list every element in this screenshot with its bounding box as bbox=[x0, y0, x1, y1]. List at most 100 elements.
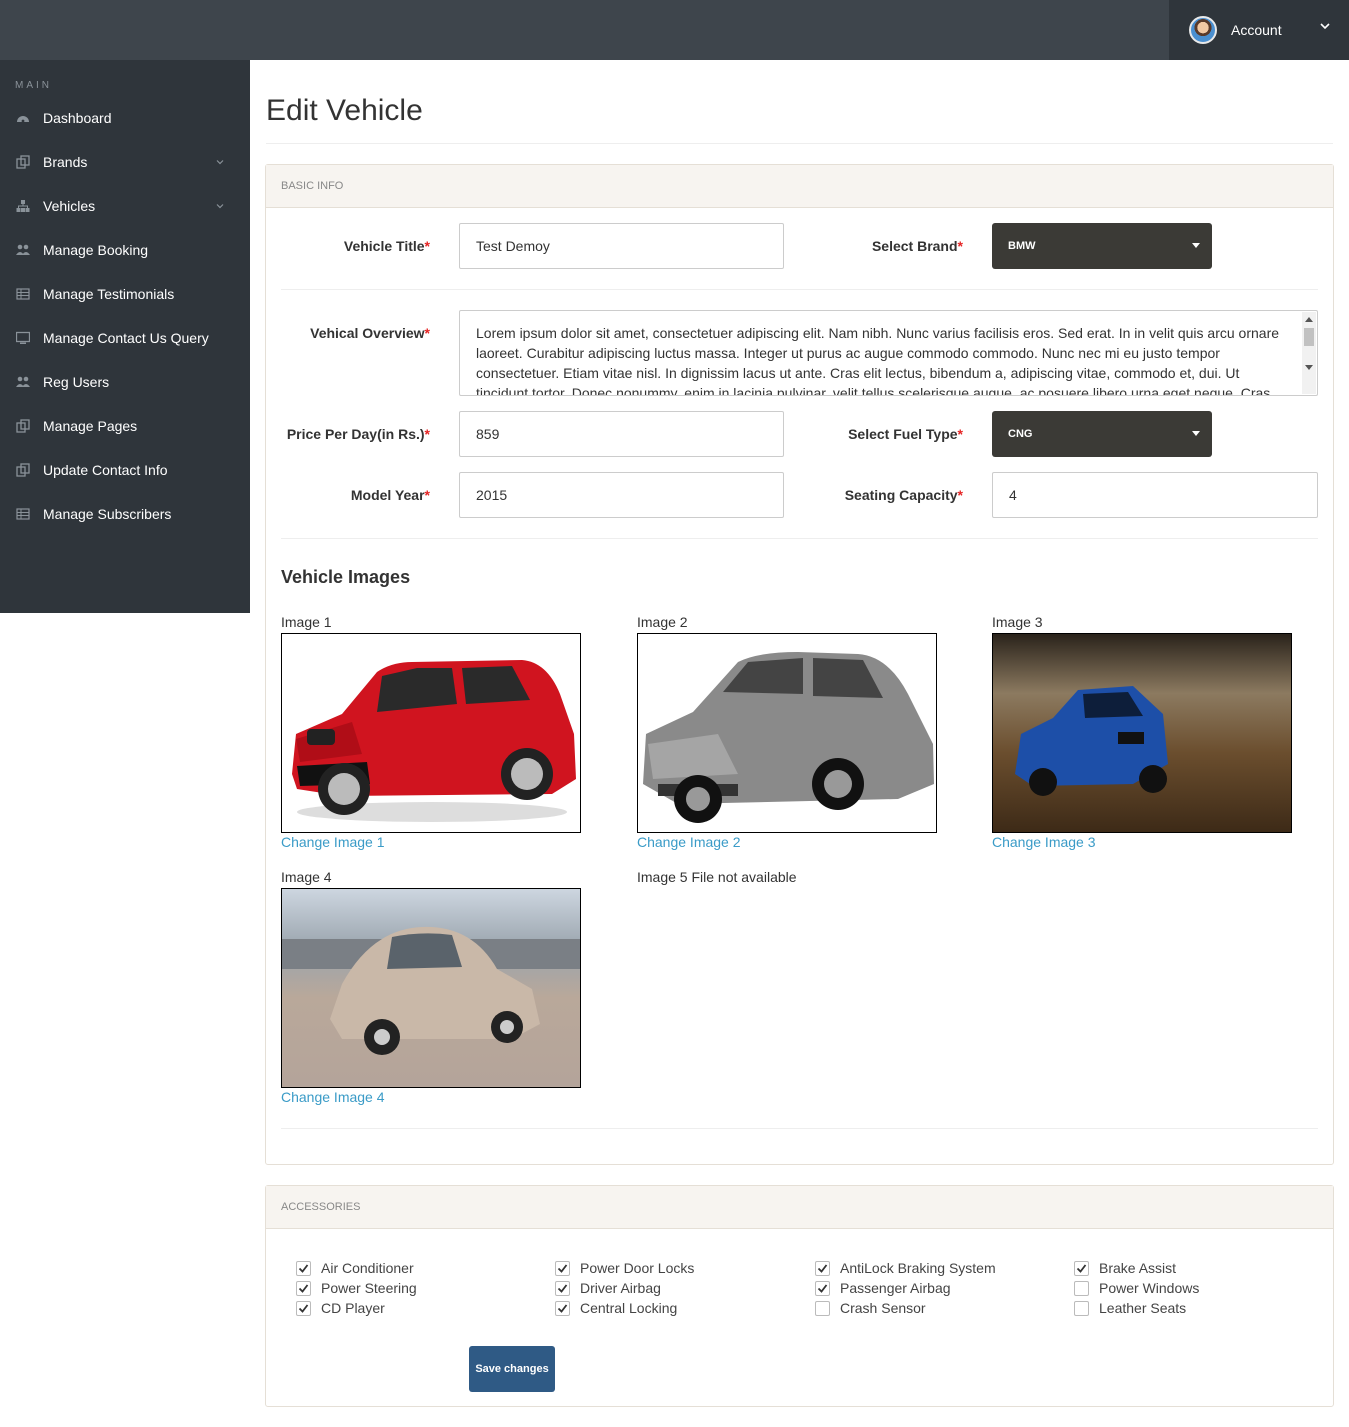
sitemap-icon bbox=[15, 199, 31, 213]
accessory-power-windows[interactable]: Power Windows bbox=[1074, 1278, 1199, 1298]
overview-label: Vehical Overview* bbox=[310, 325, 430, 341]
sidebar-item-manage-pages[interactable]: Manage Pages bbox=[0, 404, 250, 448]
checkbox[interactable] bbox=[1074, 1280, 1089, 1296]
change-image-2-link[interactable]: Change Image 2 bbox=[637, 834, 741, 850]
caret-down-icon bbox=[1192, 243, 1200, 248]
table-icon bbox=[15, 287, 31, 301]
sidebar-item-label: Brands bbox=[43, 154, 88, 170]
seating-capacity-label: Seating Capacity* bbox=[844, 487, 963, 503]
accessory-brake-assist[interactable]: Brake Assist bbox=[1074, 1258, 1176, 1278]
vehicle-title-input[interactable]: Test Demoy bbox=[459, 223, 784, 269]
model-year-input[interactable]: 2015 bbox=[459, 472, 784, 518]
change-image-4-link[interactable]: Change Image 4 bbox=[281, 1089, 385, 1105]
fuel-type-label: Select Fuel Type* bbox=[848, 426, 963, 442]
scrollbar[interactable] bbox=[1302, 312, 1316, 394]
sidebar-item-label: Dashboard bbox=[43, 110, 112, 126]
save-changes-button[interactable]: Save changes bbox=[469, 1346, 555, 1392]
checkbox[interactable] bbox=[1074, 1260, 1089, 1276]
checkbox[interactable] bbox=[815, 1280, 830, 1296]
panel-heading: ACCESSORIES bbox=[266, 1186, 1333, 1229]
divider bbox=[281, 1128, 1318, 1129]
sidebar-item-brands[interactable]: Brands bbox=[0, 140, 250, 184]
sidebar-item-label: Update Contact Info bbox=[43, 462, 168, 478]
dashboard-icon bbox=[15, 111, 31, 125]
files-icon bbox=[15, 155, 31, 169]
checkbox[interactable] bbox=[815, 1300, 830, 1316]
account-label: Account bbox=[1231, 22, 1282, 38]
users-icon bbox=[15, 375, 31, 389]
sidebar-item-label: Manage Pages bbox=[43, 418, 138, 434]
accessory-power-steering[interactable]: Power Steering bbox=[296, 1278, 417, 1298]
checkbox[interactable] bbox=[296, 1280, 311, 1296]
checkbox[interactable] bbox=[296, 1300, 311, 1316]
account-menu[interactable]: Account bbox=[1169, 0, 1349, 60]
sidebar-item-update-contact-info[interactable]: Update Contact Info bbox=[0, 448, 250, 492]
image-caption: Image 1 bbox=[281, 614, 332, 630]
fuel-type-select[interactable]: CNG bbox=[992, 411, 1212, 457]
vehicle-image-3 bbox=[992, 633, 1292, 833]
checkbox[interactable] bbox=[1074, 1300, 1089, 1316]
chevron-down-icon bbox=[216, 204, 224, 209]
sidebar-item-label: Manage Subscribers bbox=[43, 506, 172, 522]
vehicle-title-label: Vehicle Title* bbox=[343, 238, 430, 254]
divider bbox=[281, 538, 1318, 539]
select-brand-label: Select Brand* bbox=[871, 238, 963, 254]
overview-textarea[interactable]: Lorem ipsum dolor sit amet, consectetuer… bbox=[459, 310, 1318, 396]
caret-down-icon bbox=[1192, 431, 1200, 436]
basic-info-panel: BASIC INFO Vehicle Title* Test Demoy Sel… bbox=[265, 164, 1334, 1165]
sidebar-heading: MAIN bbox=[15, 80, 52, 91]
sidebar-item-label: Manage Testimonials bbox=[43, 286, 175, 302]
sidebar: MAIN Dashboard Brands Vehicles Manage Bo… bbox=[0, 60, 250, 613]
chevron-down-icon bbox=[1320, 23, 1330, 30]
price-input[interactable]: 859 bbox=[459, 411, 784, 457]
accessory-air-conditioner[interactable]: Air Conditioner bbox=[296, 1258, 414, 1278]
image-5-status: Image 5 File not available bbox=[637, 869, 797, 885]
sidebar-item-reg-users[interactable]: Reg Users bbox=[0, 360, 250, 404]
sidebar-item-vehicles[interactable]: Vehicles bbox=[0, 184, 250, 228]
checkbox[interactable] bbox=[555, 1280, 570, 1296]
files-icon bbox=[15, 463, 31, 477]
chevron-down-icon bbox=[216, 160, 224, 165]
accessory-power-door-locks[interactable]: Power Door Locks bbox=[555, 1258, 694, 1278]
checkbox[interactable] bbox=[555, 1260, 570, 1276]
sidebar-item-manage-booking[interactable]: Manage Booking bbox=[0, 228, 250, 272]
sidebar-item-label: Manage Booking bbox=[43, 242, 149, 258]
sidebar-item-manage-subscribers[interactable]: Manage Subscribers bbox=[0, 492, 250, 536]
change-image-1-link[interactable]: Change Image 1 bbox=[281, 834, 385, 850]
change-image-3-link[interactable]: Change Image 3 bbox=[992, 834, 1096, 850]
image-caption: Image 4 bbox=[281, 869, 332, 885]
brand-select[interactable]: BMW bbox=[992, 223, 1212, 269]
sidebar-item-label: Vehicles bbox=[43, 198, 96, 214]
sidebar-item-manage-contact-us-query[interactable]: Manage Contact Us Query bbox=[0, 316, 250, 360]
image-caption: Image 2 bbox=[637, 614, 688, 630]
model-year-label: Model Year* bbox=[350, 487, 430, 503]
accessory-central-locking[interactable]: Central Locking bbox=[555, 1298, 677, 1318]
users-icon bbox=[15, 243, 31, 257]
vehicle-images-heading: Vehicle Images bbox=[281, 567, 411, 587]
accessory-leather-seats[interactable]: Leather Seats bbox=[1074, 1298, 1186, 1318]
page-title: Edit Vehicle bbox=[266, 94, 423, 127]
sidebar-item-manage-testimonials[interactable]: Manage Testimonials bbox=[0, 272, 250, 316]
avatar bbox=[1189, 16, 1217, 44]
vehicle-image-4 bbox=[281, 888, 581, 1088]
top-navbar: Account bbox=[0, 0, 1349, 60]
accessory-antilock-braking[interactable]: AntiLock Braking System bbox=[815, 1258, 996, 1278]
accessory-passenger-airbag[interactable]: Passenger Airbag bbox=[815, 1278, 951, 1298]
panel-heading: BASIC INFO bbox=[266, 165, 1333, 208]
checkbox[interactable] bbox=[296, 1260, 311, 1276]
files-icon bbox=[15, 419, 31, 433]
divider bbox=[281, 289, 1318, 290]
checkbox[interactable] bbox=[555, 1300, 570, 1316]
accessory-driver-airbag[interactable]: Driver Airbag bbox=[555, 1278, 661, 1298]
seating-capacity-input[interactable]: 4 bbox=[992, 472, 1318, 518]
accessories-panel: ACCESSORIES Air Conditioner Power Steeri… bbox=[265, 1185, 1334, 1407]
sidebar-item-label: Reg Users bbox=[43, 374, 110, 390]
table-icon bbox=[15, 507, 31, 521]
price-label: Price Per Day(in Rs.)* bbox=[286, 426, 430, 442]
image-caption: Image 3 bbox=[992, 614, 1043, 630]
sidebar-item-dashboard[interactable]: Dashboard bbox=[0, 96, 250, 140]
divider bbox=[266, 143, 1333, 144]
accessory-cd-player[interactable]: CD Player bbox=[296, 1298, 385, 1318]
checkbox[interactable] bbox=[815, 1260, 830, 1276]
accessory-crash-sensor[interactable]: Crash Sensor bbox=[815, 1298, 926, 1318]
